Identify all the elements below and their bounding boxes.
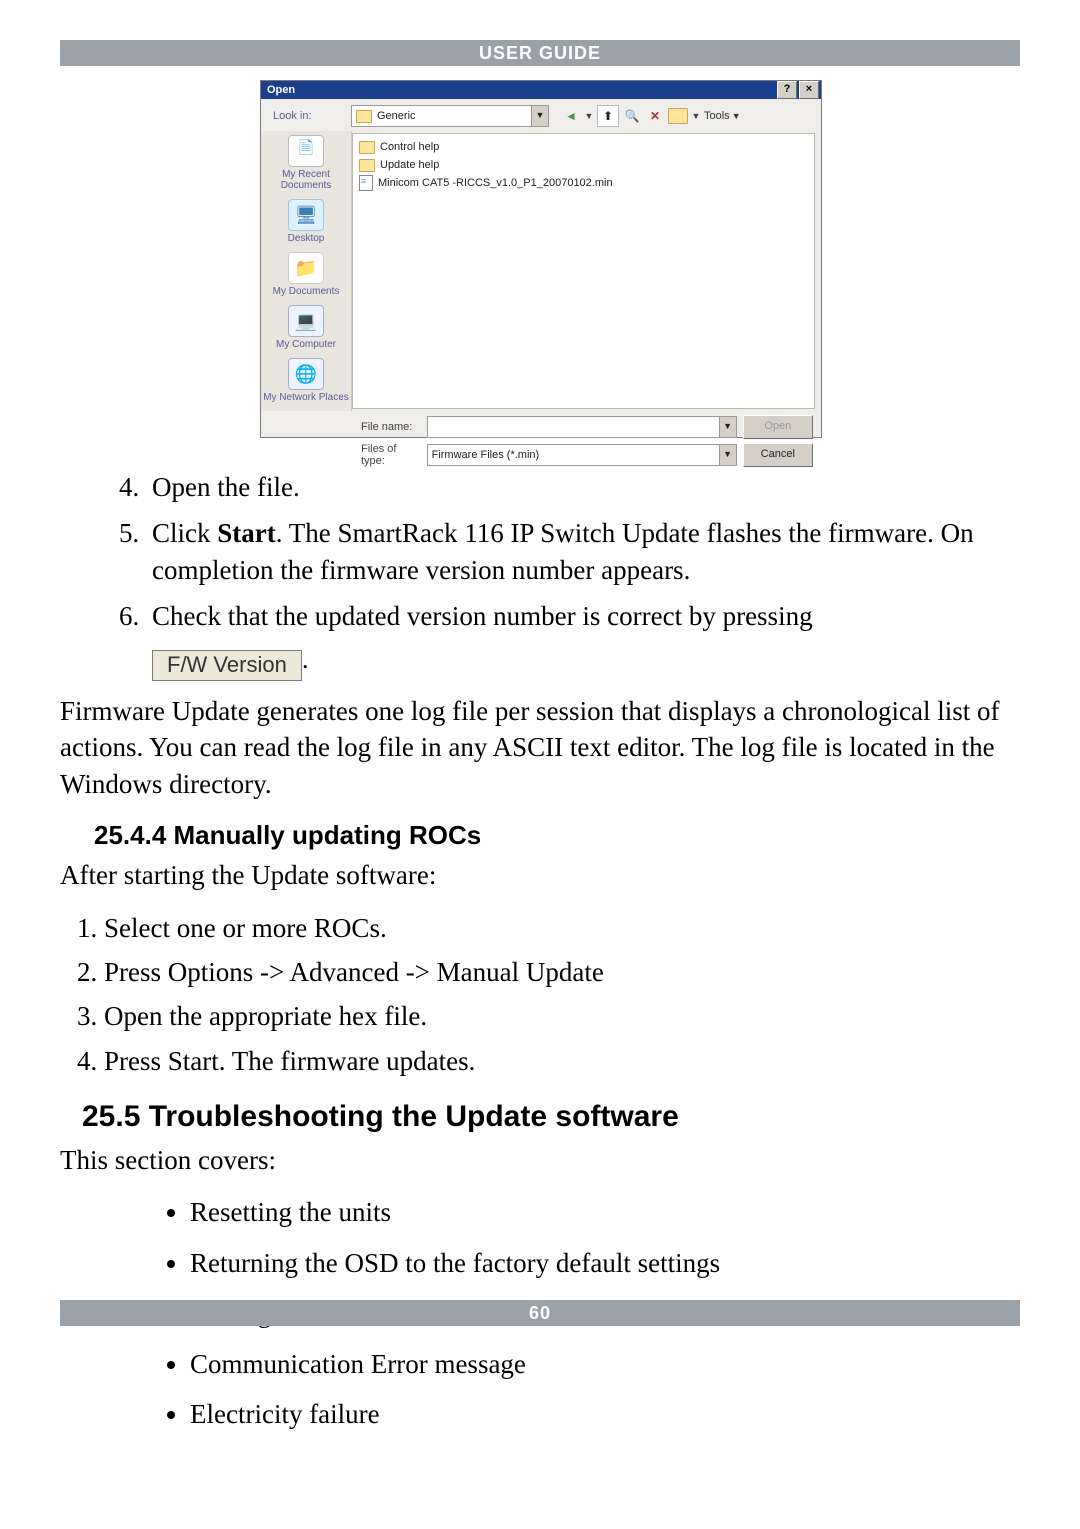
substep-4: Press Start. The firmware updates. <box>104 1043 1020 1079</box>
folder-icon <box>359 159 375 172</box>
place-network-label: My Network Places <box>263 392 349 403</box>
step-6: Check that the updated version number is… <box>146 598 1020 680</box>
back-icon[interactable]: ◄ <box>561 106 581 126</box>
folder-icon <box>356 110 372 123</box>
open-button[interactable]: Open <box>743 415 813 439</box>
file-name: Control help <box>380 141 439 153</box>
network-places-icon: 🌐 <box>288 358 324 390</box>
place-mycomputer-label: My Computer <box>276 339 336 350</box>
dialog-titlebar: Open ? × <box>261 81 821 99</box>
chevron-down-icon[interactable]: ▼ <box>719 417 736 437</box>
step-6-text: Check that the updated version number is… <box>152 601 813 631</box>
file-name-label: File name: <box>361 421 421 433</box>
chevron-down-icon[interactable]: ▼ <box>531 106 548 126</box>
footer-bar: 60 <box>60 1300 1020 1326</box>
chevron-down-icon[interactable]: ▼ <box>719 445 736 465</box>
line-after-2544: After starting the Update software: <box>60 857 1020 893</box>
place-desktop[interactable]: 🖥 Desktop <box>288 199 325 244</box>
page-number: 60 <box>529 1303 551 1323</box>
page: USER GUIDE Open ? × Look in: Generic ▼ <box>0 0 1080 1529</box>
up-one-level-icon[interactable]: ⬆ <box>597 105 619 127</box>
file-type-value: Firmware Files (*.min) <box>432 449 540 461</box>
list-item[interactable]: Minicom CAT5 -RICCS_v1.0_P1_20070102.min <box>359 174 808 192</box>
filetype-row: Files of type: Firmware Files (*.min) ▼ … <box>361 443 813 467</box>
tools-menu[interactable]: Tools ▼ <box>704 110 741 122</box>
file-name: Minicom CAT5 -RICCS_v1.0_P1_20070102.min <box>378 177 613 189</box>
substep-2: Press Options -> Advanced -> Manual Upda… <box>104 954 1020 990</box>
cancel-button[interactable]: Cancel <box>743 443 813 467</box>
file-type-combobox[interactable]: Firmware Files (*.min) ▼ <box>427 444 737 466</box>
list-item[interactable]: Control help <box>359 138 808 156</box>
tools-menu-label: Tools <box>704 110 730 122</box>
substep-3: Open the appropriate hex file. <box>104 998 1020 1034</box>
file-icon <box>359 175 373 191</box>
file-type-label: Files of type: <box>361 443 421 467</box>
lookin-row: Look in: Generic ▼ ◄ ▼ ⬆ 🔍 ✕ ▼ <box>261 99 821 131</box>
lookin-value: Generic <box>377 110 416 122</box>
step-5: Click Start. The SmartRack 116 IP Switch… <box>146 515 1020 588</box>
numbered-steps-a: Open the file. Click Start. The SmartRac… <box>60 469 1020 681</box>
my-computer-icon: 💻 <box>288 305 324 337</box>
search-icon[interactable]: 🔍 <box>622 106 642 126</box>
place-mycomputer[interactable]: 💻 My Computer <box>276 305 336 350</box>
line-after-255: This section covers: <box>60 1142 1020 1178</box>
place-recent[interactable]: 🗎 My Recent Documents <box>261 135 351 191</box>
bullet-1: Resetting the units <box>190 1194 1020 1230</box>
fw-version-button[interactable]: F/W Version <box>152 650 302 681</box>
list-item[interactable]: Update help <box>359 156 808 174</box>
header-title: USER GUIDE <box>479 43 601 63</box>
dialog-toolbar: ◄ ▼ ⬆ 🔍 ✕ ▼ Tools ▼ <box>561 105 741 127</box>
dialog-body: 🗎 My Recent Documents 🖥 Desktop 📁 My Doc… <box>261 131 821 411</box>
substep-1: Select one or more ROCs. <box>104 910 1020 946</box>
place-mydocs[interactable]: 📁 My Documents <box>273 252 340 297</box>
step-5-bold: Start <box>217 518 275 548</box>
lookin-combobox[interactable]: Generic ▼ <box>351 105 549 127</box>
desktop-icon: 🖥 <box>288 199 324 231</box>
lookin-label: Look in: <box>273 110 345 122</box>
close-button[interactable]: × <box>799 81 819 99</box>
content-area: Open ? × Look in: Generic ▼ ◄ ▼ ⬆ <box>60 75 1020 1446</box>
file-name: Update help <box>380 159 439 171</box>
file-list[interactable]: Control help Update help Minicom CAT5 -R… <box>352 133 815 409</box>
back-dropdown-icon[interactable]: ▼ <box>584 106 594 126</box>
recent-documents-icon: 🗎 <box>288 135 324 167</box>
paragraph-log-file: Firmware Update generates one log file p… <box>60 693 1020 802</box>
heading-25-4-4: 25.4.4 Manually updating ROCs <box>94 818 1020 853</box>
bullet-2: Returning the OSD to the factory default… <box>190 1245 1020 1281</box>
file-name-input[interactable]: ▼ <box>427 416 737 438</box>
views-dropdown-icon[interactable]: ▼ <box>691 106 701 126</box>
step-6-button-line: F/W Version. <box>152 641 1020 681</box>
substeps-2544: Select one or more ROCs. Press Options -… <box>60 910 1020 1080</box>
header-bar: USER GUIDE <box>60 40 1020 66</box>
bullet-5: Electricity failure <box>190 1396 1020 1432</box>
heading-25-5: 25.5 Troubleshooting the Update software <box>82 1097 1020 1138</box>
new-folder-icon[interactable] <box>668 108 688 124</box>
delete-icon[interactable]: ✕ <box>645 106 665 126</box>
filename-row: File name: ▼ Open <box>361 415 813 439</box>
place-network[interactable]: 🌐 My Network Places <box>263 358 349 403</box>
chevron-down-icon: ▼ <box>732 111 741 121</box>
document-body: Open the file. Click Start. The SmartRac… <box>60 469 1020 1432</box>
step-5-post: . The SmartRack 116 IP Switch Update fla… <box>152 518 974 584</box>
my-documents-icon: 📁 <box>288 252 324 284</box>
place-recent-label: My Recent Documents <box>281 169 332 191</box>
places-bar: 🗎 My Recent Documents 🖥 Desktop 📁 My Doc… <box>261 131 352 411</box>
step-4-text: Open the file. <box>152 472 300 502</box>
step-5-pre: Click <box>152 518 217 548</box>
help-button[interactable]: ? <box>777 81 797 99</box>
bullet-4: Communication Error message <box>190 1346 1020 1382</box>
period: . <box>302 644 309 674</box>
figure-62-container: Open ? × Look in: Generic ▼ ◄ ▼ ⬆ <box>260 80 820 463</box>
dialog-title: Open <box>267 84 295 96</box>
folder-icon <box>359 141 375 154</box>
place-mydocs-label: My Documents <box>273 286 340 297</box>
open-dialog: Open ? × Look in: Generic ▼ ◄ ▼ ⬆ <box>260 80 822 438</box>
place-desktop-label: Desktop <box>288 233 325 244</box>
